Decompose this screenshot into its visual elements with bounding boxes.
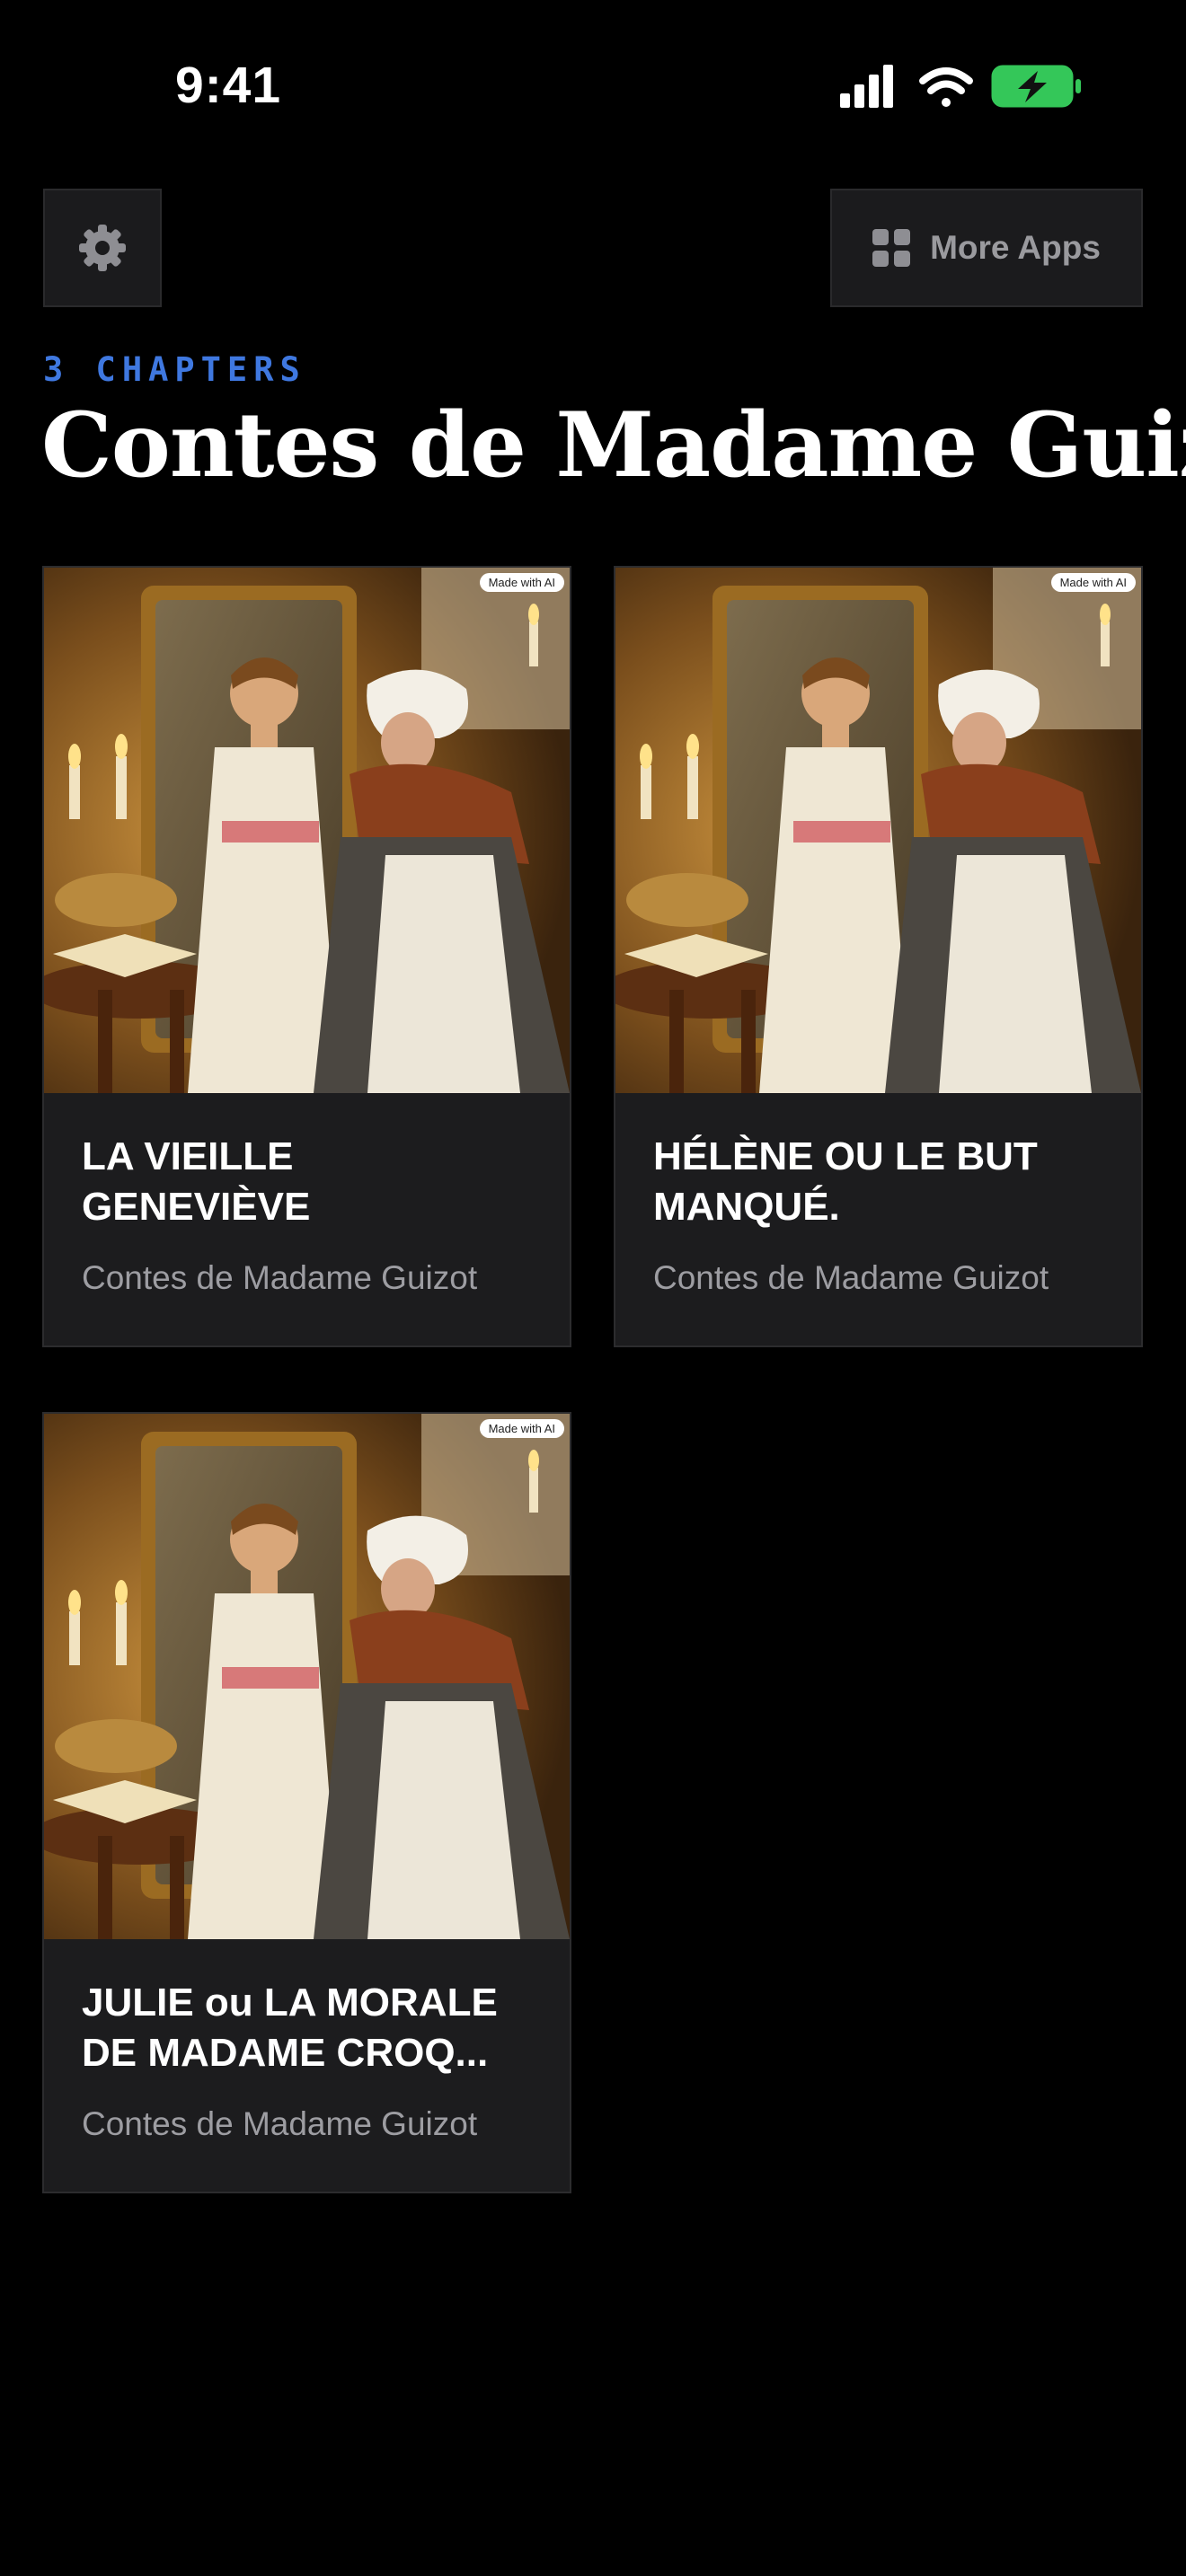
chapter-card[interactable]: Made with AI HÉLÈNE OU LE BUT MANQUÉ. Co… bbox=[614, 566, 1143, 1347]
cellular-signal-icon bbox=[840, 65, 893, 108]
chapter-title: LA VIEILLE GENEVIÈVE bbox=[82, 1134, 311, 1229]
more-apps-label: More Apps bbox=[930, 229, 1101, 266]
status-icons bbox=[840, 63, 1092, 113]
more-apps-button[interactable]: More Apps bbox=[830, 189, 1143, 307]
ai-badge: Made with AI bbox=[479, 1419, 564, 1438]
chapter-title: JULIE ou LA MORALE DE MADAME CROQ... bbox=[82, 1981, 498, 2075]
gear-icon bbox=[79, 225, 126, 271]
page-title: Contes de Madame Guizot bbox=[41, 393, 1186, 498]
chapter-subtitle: Contes de Madame Guizot bbox=[82, 1259, 478, 1296]
chapter-title: HÉLÈNE OU LE BUT MANQUÉ. bbox=[653, 1134, 1038, 1229]
battery-charging-icon bbox=[991, 65, 1081, 108]
ai-badge: Made with AI bbox=[479, 573, 564, 592]
chapter-cover-image: Made with AI bbox=[44, 1414, 570, 1939]
chapter-subtitle: Contes de Madame Guizot bbox=[653, 1259, 1049, 1296]
chapter-card[interactable]: Made with AI JULIE ou LA MORALE DE MADAM… bbox=[42, 1412, 571, 2193]
wifi-icon bbox=[919, 67, 973, 107]
ai-badge: Made with AI bbox=[1050, 573, 1136, 592]
grid-icon bbox=[872, 229, 911, 267]
status-time: 9:41 bbox=[175, 57, 282, 114]
chapter-card[interactable]: Made with AI LA VIEILLE GENEVIÈVE Contes… bbox=[42, 566, 571, 1347]
chapter-cover-image: Made with AI bbox=[44, 568, 570, 1093]
chapter-cover-image: Made with AI bbox=[615, 568, 1141, 1093]
chapter-subtitle: Contes de Madame Guizot bbox=[82, 2105, 478, 2142]
settings-button[interactable] bbox=[43, 189, 162, 307]
status-bar: 9:41 bbox=[0, 0, 1186, 171]
chapters-count: 3 CHAPTERS bbox=[43, 350, 306, 389]
